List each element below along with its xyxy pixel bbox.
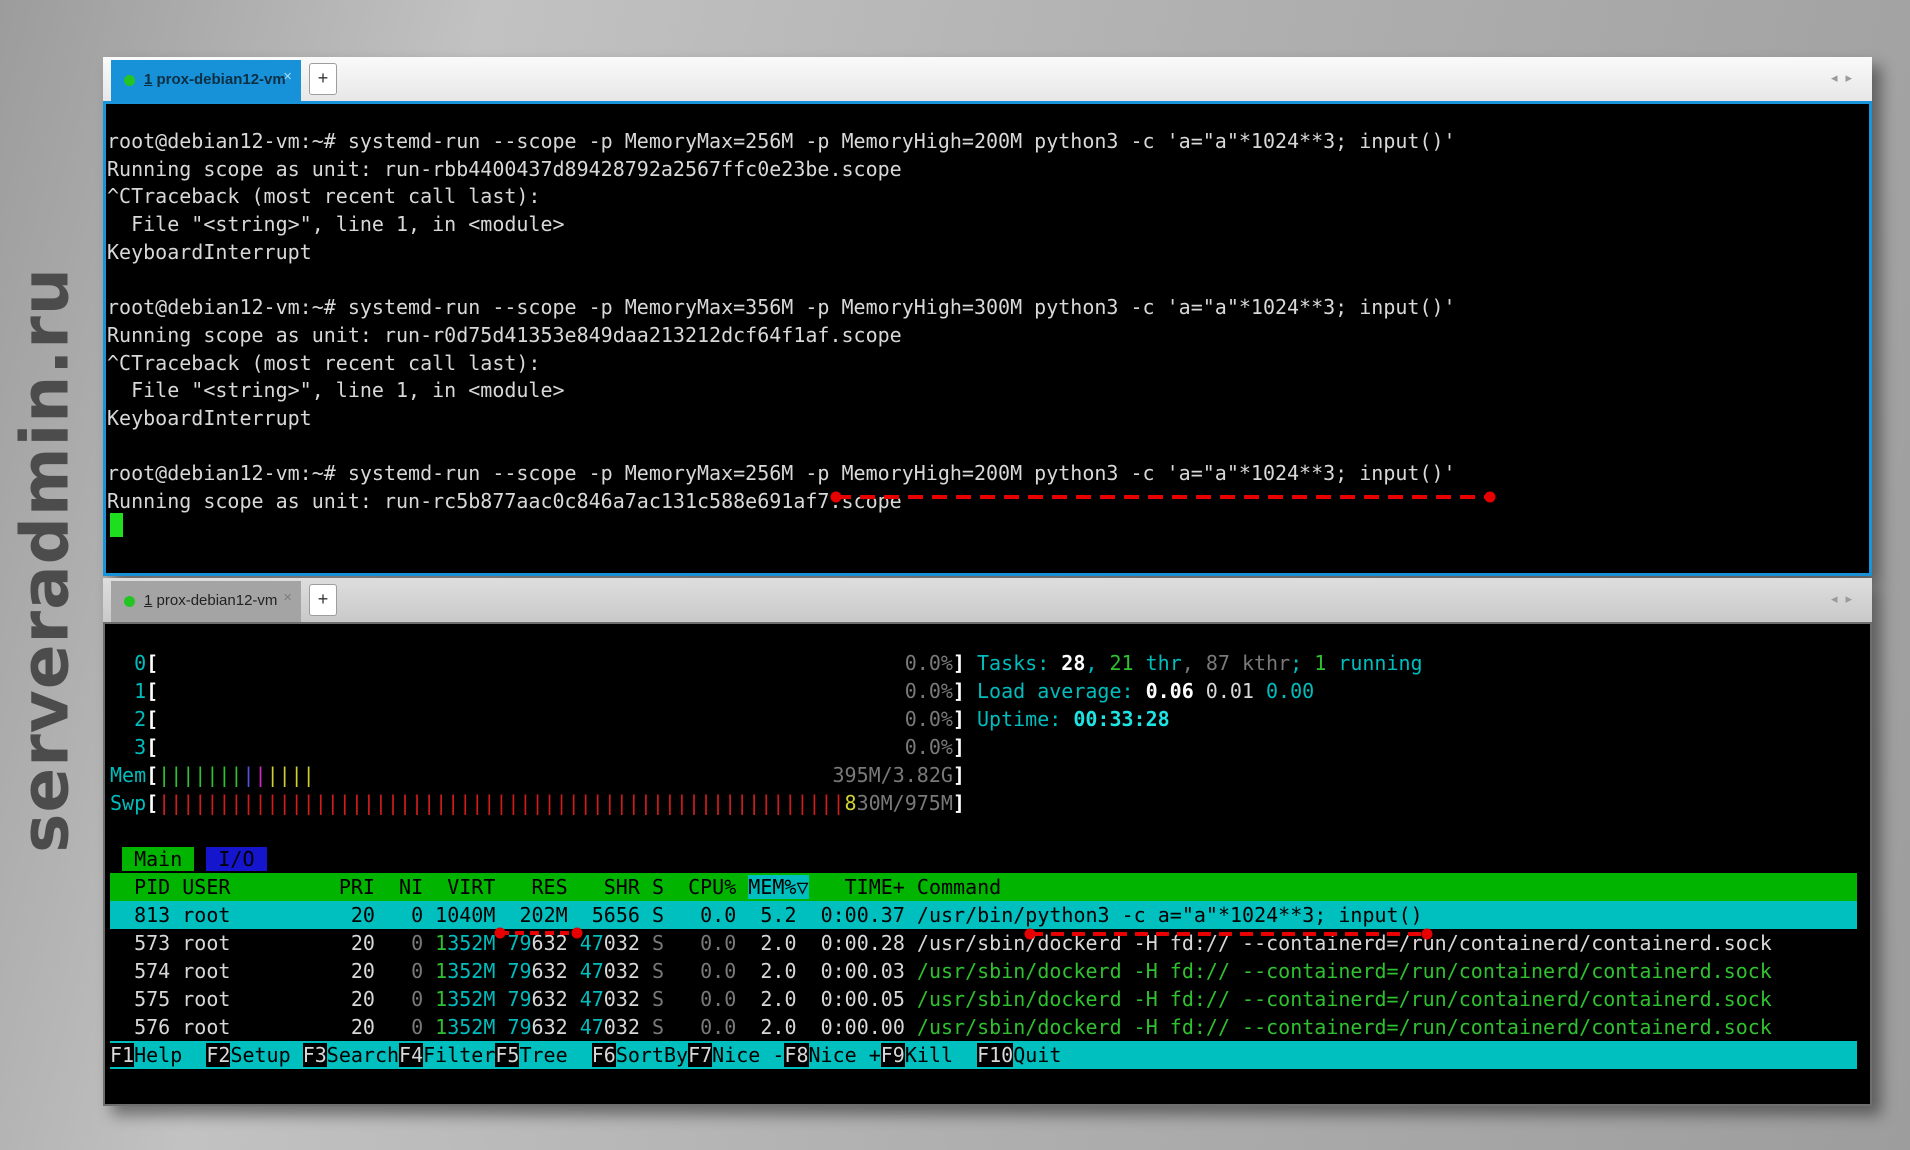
- scroll-left-icon: ◂: [1831, 70, 1846, 85]
- session-active-icon: [124, 596, 135, 607]
- function-key-bar[interactable]: F1Help F2Setup F3SearchF4FilterF5Tree F6…: [110, 1041, 1857, 1069]
- htop-meter-row: 0[ 0.0%] Tasks: 28, 21 thr, 87 kthr; 1 r…: [110, 649, 1857, 677]
- htop-meter-row: Mem[||||||||||||| 395M/3.82G]: [110, 761, 1857, 789]
- terminal-line: Running scope as unit: run-rc5b877aac0c8…: [107, 488, 1456, 516]
- tab-bar: 1 prox-debian12-vm × + ◂▸: [103, 57, 1872, 101]
- terminal-window-top: 1 prox-debian12-vm × + ◂▸ root@debian12-…: [103, 57, 1872, 576]
- close-icon[interactable]: ×: [283, 590, 292, 605]
- terminal-line: root@debian12-vm:~# systemd-run --scope …: [107, 460, 1456, 488]
- process-row[interactable]: 574 root 20 0 1352M 79632 47032 S 0.0 2.…: [110, 957, 1857, 985]
- close-icon[interactable]: ×: [283, 69, 292, 84]
- terminal-line: ^CTraceback (most recent call last):: [107, 183, 1456, 211]
- htop-screen-tabs[interactable]: Main I/O: [110, 845, 1857, 873]
- terminal-line: root@debian12-vm:~# systemd-run --scope …: [107, 294, 1456, 322]
- htop-meter-row: 1[ 0.0%] Load average: 0.06 0.01 0.00: [110, 677, 1857, 705]
- watermark-text: serveradmin.ru: [7, 267, 84, 853]
- process-row[interactable]: 813 root 20 0 1040M 202M 5656 S 0.0 5.2 …: [110, 901, 1857, 929]
- terminal-line: Running scope as unit: run-r0d75d41353e8…: [107, 322, 1456, 350]
- terminal-window-bottom: 1 prox-debian12-vm × + ◂▸ 0[ 0.0%] Tasks…: [103, 578, 1872, 1106]
- terminal-line: Running scope as unit: run-rbb4400437d89…: [107, 156, 1456, 184]
- process-row[interactable]: 573 root 20 0 1352M 79632 47032 S 0.0 2.…: [110, 929, 1857, 957]
- desktop: { "desktop": { "watermark": "serveradmin…: [0, 0, 1910, 1150]
- scroll-right-icon: ▸: [1845, 70, 1860, 85]
- session-tab[interactable]: 1 prox-debian12-vm ×: [111, 581, 301, 622]
- process-row[interactable]: 576 root 20 0 1352M 79632 47032 S 0.0 2.…: [110, 1013, 1857, 1041]
- scroll-left-icon: ◂: [1831, 591, 1846, 606]
- htop-screen[interactable]: 0[ 0.0%] Tasks: 28, 21 thr, 87 kthr; 1 r…: [103, 622, 1872, 1106]
- tab-title: 1 prox-debian12-vm: [144, 592, 277, 609]
- terminal-screen[interactable]: root@debian12-vm:~# systemd-run --scope …: [103, 101, 1872, 576]
- terminal-line: ^CTraceback (most recent call last):: [107, 350, 1456, 378]
- terminal-line: File "<string>", line 1, in <module>: [107, 377, 1456, 405]
- tab-scroll-arrows[interactable]: ◂▸: [1831, 70, 1860, 86]
- session-active-icon: [124, 75, 135, 86]
- terminal-line: [107, 433, 1456, 461]
- htop-meter-row: Swp[||||||||||||||||||||||||||||||||||||…: [110, 789, 1857, 817]
- scroll-right-icon: ▸: [1845, 591, 1860, 606]
- terminal-cursor: [110, 513, 123, 537]
- terminal-line: [107, 266, 1456, 294]
- terminal-line: KeyboardInterrupt: [107, 239, 1456, 267]
- htop-meter-row: 2[ 0.0%] Uptime: 00:33:28: [110, 705, 1857, 733]
- tab-title: 1 prox-debian12-vm: [144, 71, 286, 88]
- process-table-header[interactable]: PID USER PRI NI VIRT RES SHR S CPU% MEM%…: [110, 873, 1857, 901]
- terminal-line: KeyboardInterrupt: [107, 405, 1456, 433]
- session-tab[interactable]: 1 prox-debian12-vm ×: [111, 60, 301, 101]
- tab-bar: 1 prox-debian12-vm × + ◂▸: [103, 578, 1872, 622]
- terminal-line: File "<string>", line 1, in <module>: [107, 211, 1456, 239]
- terminal-line: root@debian12-vm:~# systemd-run --scope …: [107, 128, 1456, 156]
- htop-output: 0[ 0.0%] Tasks: 28, 21 thr, 87 kthr; 1 r…: [110, 649, 1857, 1069]
- new-tab-button[interactable]: +: [309, 584, 337, 616]
- terminal-output: root@debian12-vm:~# systemd-run --scope …: [107, 128, 1456, 516]
- tab-scroll-arrows[interactable]: ◂▸: [1831, 591, 1860, 607]
- htop-meter-row: [110, 817, 1857, 845]
- new-tab-button[interactable]: +: [309, 63, 337, 95]
- htop-meter-row: 3[ 0.0%]: [110, 733, 1857, 761]
- process-row[interactable]: 575 root 20 0 1352M 79632 47032 S 0.0 2.…: [110, 985, 1857, 1013]
